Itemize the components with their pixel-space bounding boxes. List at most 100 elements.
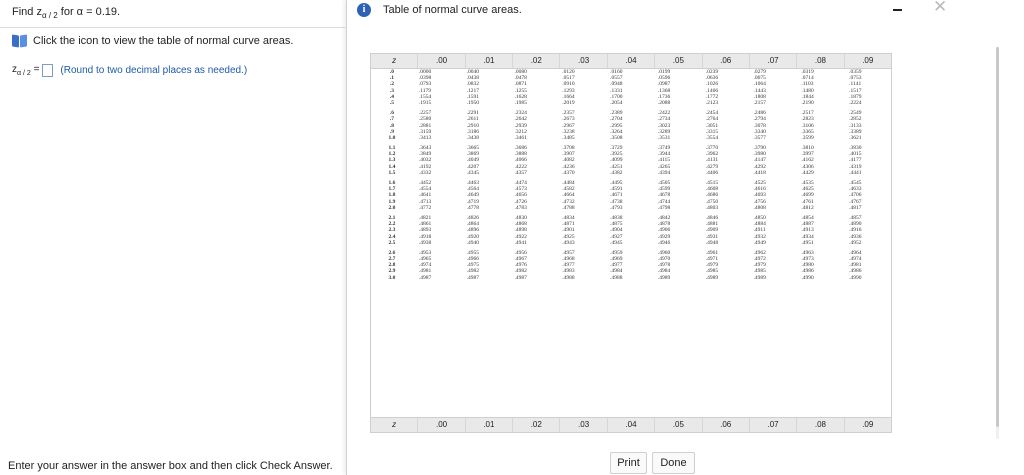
area-cell: .2190 — [801, 99, 814, 106]
area-cell: .2019 — [562, 99, 575, 106]
help-row: Click the icon to view the table of norm… — [12, 34, 294, 48]
area-cell: .3599 — [801, 134, 814, 141]
table-header-cell: .05 — [655, 54, 703, 68]
table-header-cell: .07 — [750, 418, 798, 432]
area-cell: .4817 — [849, 204, 862, 211]
area-cell: .3438 — [466, 134, 479, 141]
instructions-text: Enter your answer in the answer box and … — [8, 460, 333, 472]
table-header-cell: .04 — [608, 418, 656, 432]
area-cell: .3531 — [657, 134, 671, 141]
close-icon[interactable]: ✕ — [933, 0, 947, 15]
area-cell: .4798 — [657, 204, 671, 211]
dialog-title: Table of normal curve areas. — [383, 4, 522, 16]
done-button[interactable]: Done — [652, 452, 695, 474]
table-header-cell: .03 — [560, 54, 608, 68]
area-cell: .4793 — [610, 204, 623, 211]
table-row: 2.5 .4938 .4940 .4941 .4943 .4945 .4946 .4948 .4… — [371, 240, 891, 246]
scrollbar-thumb[interactable] — [996, 47, 999, 427]
area-cell: .1915 — [418, 99, 432, 106]
area-cell: .2054 — [610, 99, 623, 106]
area-cell: .2088 — [657, 99, 671, 106]
info-icon: i — [357, 3, 371, 17]
z-value-cell: 1.5 — [388, 169, 396, 176]
area-cell: .4772 — [418, 204, 432, 211]
area-cell: .4989 — [753, 274, 766, 281]
area-cell: .4803 — [705, 204, 719, 211]
area-cell: .3577 — [753, 134, 766, 141]
table-header-cell: .05 — [655, 418, 703, 432]
area-cell: .4332 — [418, 169, 432, 176]
table-header-cell: .09 — [862, 56, 874, 65]
table-header-cell: .00 — [418, 418, 466, 432]
z-value-cell: 2.5 — [388, 239, 396, 246]
table-header-cell: .07 — [750, 54, 798, 68]
normal-curve-table: z .00.01.02.03.04.05.06.07.08.09 .0.0000.… — [370, 53, 892, 433]
area-cell: .4946 — [657, 239, 671, 246]
find-subscript: α / 2 — [41, 11, 58, 21]
table-header-row: z .00.01.02.03.04.05.06.07.08 .09 — [371, 54, 891, 69]
table-header-cell: z — [371, 418, 419, 432]
area-cell: .4788 — [562, 204, 575, 211]
area-cell: .4370 — [562, 169, 575, 176]
area-cell: .4812 — [801, 204, 814, 211]
round-hint: (Round to two decimal places as needed.) — [60, 65, 248, 76]
z-value-cell: 1.0 — [388, 134, 396, 141]
print-button[interactable]: Print — [610, 452, 647, 474]
area-cell: .2157 — [753, 99, 766, 106]
area-cell: .3413 — [418, 134, 432, 141]
table-header-cell: .09 — [862, 420, 874, 429]
table-header-cell: .06 — [703, 418, 750, 432]
answer-input[interactable] — [42, 64, 54, 77]
area-cell: .3621 — [849, 134, 862, 141]
answer-label: zα / 2 = — [12, 64, 40, 77]
area-cell: .4778 — [466, 204, 479, 211]
area-cell: .4345 — [466, 169, 479, 176]
book-icon[interactable] — [12, 34, 27, 48]
find-prefix: Find z — [12, 6, 42, 18]
dialog-header: i Table of normal curve areas. ✕ — [347, 0, 1024, 20]
scrollbar[interactable] — [996, 47, 999, 439]
area-cell: .3485 — [562, 134, 575, 141]
area-cell: .4941 — [514, 239, 527, 246]
area-cell: .4988 — [562, 274, 575, 281]
area-cell: .2224 — [849, 99, 862, 106]
area-cell: .4990 — [849, 274, 862, 281]
z-value-cell: 3.0 — [388, 274, 396, 281]
area-cell: .4987 — [514, 274, 527, 281]
area-cell: .4429 — [801, 169, 814, 176]
table-header-cell: .04 — [608, 54, 656, 68]
area-cell: .1985 — [514, 99, 527, 106]
normal-table-dialog: i Table of normal curve areas. ✕ z .00.01… — [346, 0, 1024, 475]
question-prompt: Find zα / 2 for α = 0.19. — [12, 6, 120, 20]
table-header-cell: z — [371, 54, 419, 68]
table-header-cell: .01 — [466, 54, 514, 68]
z-value-cell: 2.0 — [388, 204, 396, 211]
table-header-cell: .00 — [418, 54, 466, 68]
area-cell: .4989 — [705, 274, 719, 281]
area-cell: .4949 — [753, 239, 766, 246]
area-cell: .1950 — [466, 99, 479, 106]
help-text: Click the icon to view the table of norm… — [33, 35, 294, 47]
area-cell: .4357 — [514, 169, 527, 176]
table-header-cell: .08 — [797, 54, 845, 68]
table-header-cell: .08 — [797, 418, 845, 432]
table-scroll-frame[interactable]: z .00.01.02.03.04.05.06.07.08.09 .0.0000.… — [362, 47, 999, 439]
area-cell: .4406 — [705, 169, 719, 176]
answer-row: zα / 2 = (Round to two decimal places as… — [12, 64, 247, 77]
table-row: .5 .1915 .1950 .1985 .2019 .2054 .2088 .2123 .21… — [371, 100, 891, 106]
area-cell: .3508 — [610, 134, 623, 141]
area-cell: .4987 — [466, 274, 479, 281]
table-row: 2.0 .4772 .4778 .4783 .4788 .4793 .4798 .4803 .4… — [371, 205, 891, 211]
area-cell: .4808 — [753, 204, 766, 211]
area-cell: .4951 — [801, 239, 814, 246]
area-cell: .3461 — [514, 134, 527, 141]
question-divider — [0, 27, 345, 28]
area-cell: .4989 — [657, 274, 671, 281]
table-footer-row: z .00.01.02.03.04.05.06.07.08 .09 — [371, 417, 891, 432]
area-cell: .4943 — [562, 239, 575, 246]
area-cell: .4988 — [610, 274, 623, 281]
table-row: 1.0 .3413 .3438 .3461 .3485 .3508 .3531 .3554 .3… — [371, 135, 891, 141]
area-cell: .4987 — [418, 274, 432, 281]
area-cell: .2123 — [705, 99, 719, 106]
minimize-icon[interactable] — [893, 9, 902, 11]
